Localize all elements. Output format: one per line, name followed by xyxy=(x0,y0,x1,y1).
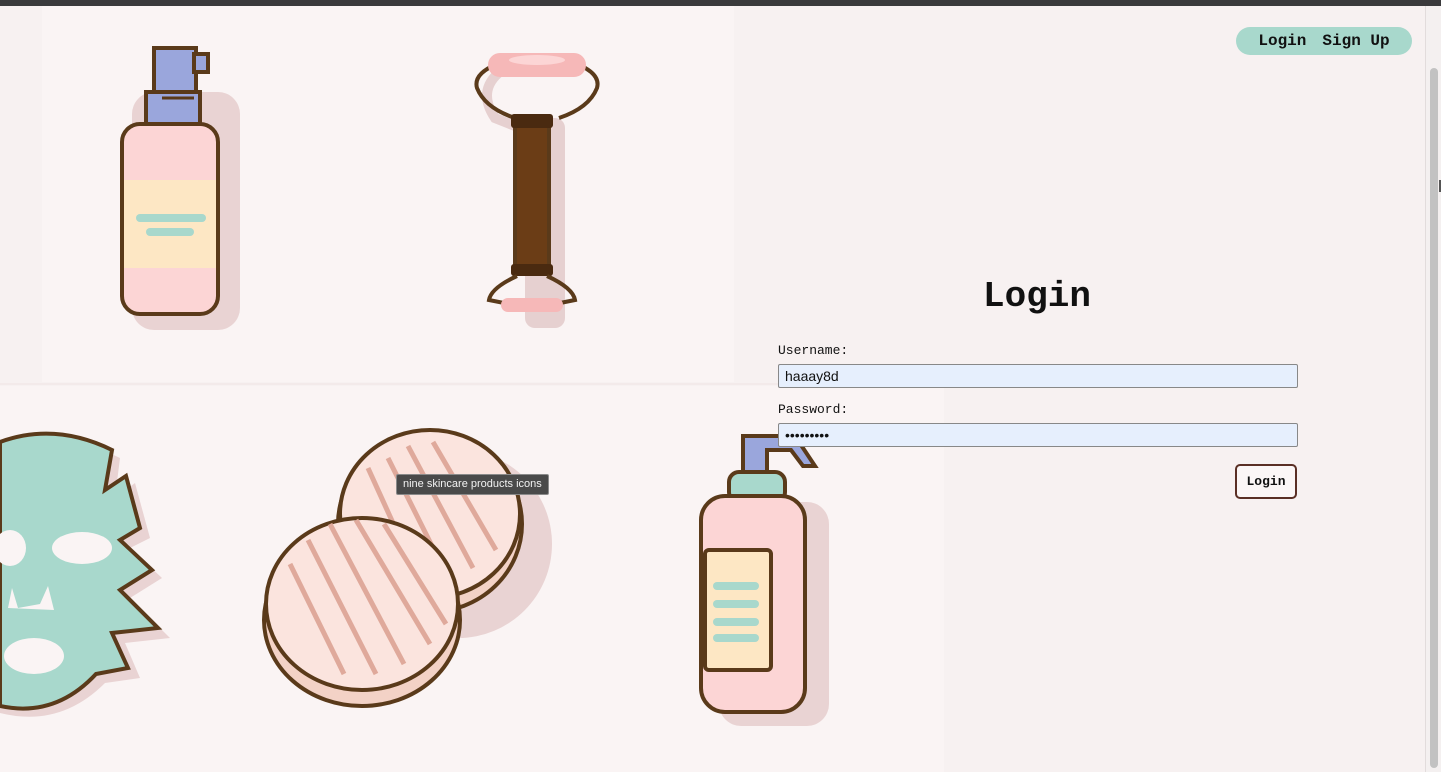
vertical-scrollbar[interactable] xyxy=(1425,6,1441,772)
nav-login-link[interactable]: Login xyxy=(1258,32,1306,50)
nav-signup-link[interactable]: Sign Up xyxy=(1322,32,1389,50)
top-nav: Login Sign Up xyxy=(1236,27,1412,55)
login-submit-button[interactable]: Login xyxy=(1235,464,1297,499)
username-input[interactable] xyxy=(778,364,1298,388)
cotton-pads-icon xyxy=(262,428,552,708)
face-roller-icon xyxy=(474,53,600,328)
password-input[interactable] xyxy=(778,423,1298,447)
username-label: Username: xyxy=(778,343,849,358)
login-title: Login xyxy=(982,276,1092,317)
sheet-mask-icon xyxy=(0,431,170,717)
scrollbar-thumb[interactable] xyxy=(1430,68,1438,768)
image-tooltip: nine skincare products icons xyxy=(396,474,549,495)
spray-bottle-icon xyxy=(120,46,240,330)
pump-bottle-icon xyxy=(699,434,829,726)
password-label: Password: xyxy=(778,402,849,417)
